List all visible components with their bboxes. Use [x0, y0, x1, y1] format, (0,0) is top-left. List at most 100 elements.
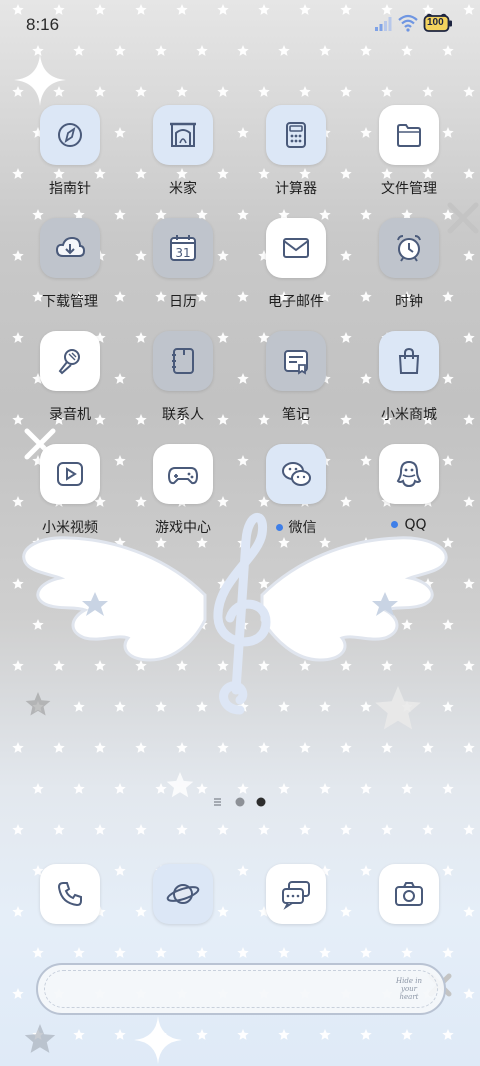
wallpaper-star [53, 86, 65, 97]
app-gamepad[interactable]: 游戏中心 [133, 444, 233, 537]
wallpaper-star [442, 865, 454, 876]
app-microphone[interactable]: 录音机 [20, 331, 120, 424]
wallpaper-star [94, 86, 106, 97]
dock-messages[interactable] [266, 864, 326, 924]
app-shopping-bag[interactable]: 小米商城 [359, 331, 459, 424]
contacts-book-icon [172, 348, 194, 374]
app-icon-tile[interactable] [379, 444, 439, 504]
alarm-clock-icon [397, 235, 421, 262]
app-fireplace[interactable]: 米家 [133, 105, 233, 198]
wallpaper-star [73, 947, 85, 958]
dock-phone[interactable] [40, 864, 100, 924]
app-video-play[interactable]: 小米视频 [20, 444, 120, 537]
app-icon-tile[interactable] [40, 105, 100, 165]
app-calendar[interactable]: 31 日历 [133, 218, 233, 311]
app-icon-tile[interactable] [379, 331, 439, 391]
wallpaper-star [340, 906, 352, 917]
app-download-cloud[interactable]: 下载管理 [20, 218, 120, 311]
dock-icon-tile[interactable] [379, 864, 439, 924]
dock-icon-tile[interactable] [266, 864, 326, 924]
app-label-text: 时钟 [395, 294, 423, 310]
wallpaper-star [340, 824, 352, 835]
app-label: 电子邮件 [246, 291, 346, 311]
wallpaper-star [196, 947, 208, 958]
app-label-text: 文件管理 [381, 181, 437, 197]
wallpaper-star [114, 1029, 126, 1040]
app-icon-tile[interactable] [40, 331, 100, 391]
app-icon-tile[interactable] [153, 444, 213, 504]
app-notes[interactable]: 笔记 [246, 331, 346, 424]
wallpaper-star [217, 86, 229, 97]
wallpaper-star [360, 947, 372, 958]
app-label-text: 计算器 [275, 181, 317, 197]
wallpaper-star [12, 824, 24, 835]
wallpaper-star [258, 824, 270, 835]
app-icon-tile[interactable] [379, 218, 439, 278]
wallpaper-star-large [24, 1024, 56, 1053]
app-icon-tile[interactable] [40, 218, 100, 278]
app-icon-tile[interactable] [379, 105, 439, 165]
page-list-icon [214, 798, 221, 806]
phone-icon [57, 882, 82, 907]
app-label-text: 指南针 [49, 181, 91, 197]
app-icon-tile[interactable] [153, 331, 213, 391]
dock-camera[interactable] [379, 864, 439, 924]
wallpaper-star [278, 783, 290, 794]
wallpaper-star [12, 742, 24, 753]
cellular-signal-icon [375, 17, 392, 31]
wallpaper-star [422, 824, 434, 835]
wallpaper-star [381, 824, 393, 835]
app-mail[interactable]: 电子邮件 [246, 218, 346, 311]
dock-browser-planet[interactable] [153, 864, 213, 924]
app-label-text: 微信 [288, 520, 317, 536]
wallpaper-star [135, 906, 147, 917]
wallpaper-star [319, 947, 331, 958]
wallpaper-star [217, 906, 229, 917]
wallpaper-star [463, 742, 475, 753]
wallpaper-star [299, 86, 311, 97]
wallpaper-star [463, 824, 475, 835]
app-icon-tile[interactable] [266, 331, 326, 391]
app-label-text: 小米商城 [381, 407, 437, 423]
app-label: 小米商城 [359, 404, 459, 424]
wallpaper-star [135, 86, 147, 97]
wallpaper-star [73, 783, 85, 794]
app-icon-tile[interactable] [266, 105, 326, 165]
app-wechat[interactable]: 微信 [246, 444, 346, 537]
wallpaper-star [237, 783, 249, 794]
video-play-icon [57, 462, 83, 486]
app-icon-tile[interactable] [266, 218, 326, 278]
app-alarm-clock[interactable]: 时钟 [359, 218, 459, 311]
wallpaper-star [217, 742, 229, 753]
app-icon-tile[interactable]: 31 [153, 218, 213, 278]
app-label-text: 米家 [169, 181, 197, 197]
wallpaper-star [299, 824, 311, 835]
wallpaper-star [299, 742, 311, 753]
search-bar[interactable]: Hide in your heart [36, 963, 446, 1015]
app-compass[interactable]: 指南针 [20, 105, 120, 198]
wallpaper-star [135, 742, 147, 753]
app-folder[interactable]: 文件管理 [359, 105, 459, 198]
app-qq-penguin[interactable]: QQ [359, 444, 459, 533]
dock-icon-tile[interactable] [40, 864, 100, 924]
wallpaper-star [12, 86, 24, 97]
notification-dot [391, 520, 399, 528]
wallpaper-star [237, 865, 249, 876]
app-label: 游戏中心 [133, 517, 233, 537]
dock-icon-tile[interactable] [153, 864, 213, 924]
battery-level: 100 [427, 17, 444, 28]
wallpaper-star [463, 168, 475, 179]
app-label: 下载管理 [20, 291, 120, 311]
wallpaper-star [278, 1029, 290, 1040]
app-contacts-book[interactable]: 联系人 [133, 331, 233, 424]
search-bar-text: Hide in your heart [396, 977, 422, 1001]
app-calculator[interactable]: 计算器 [246, 105, 346, 198]
wallpaper-star [463, 332, 475, 343]
app-icon-tile[interactable] [153, 105, 213, 165]
wallpaper-star [237, 1029, 249, 1040]
app-icon-tile[interactable] [40, 444, 100, 504]
mail-icon [283, 238, 309, 258]
wallpaper-star [32, 947, 44, 958]
notification-dot [275, 523, 283, 531]
app-icon-tile[interactable] [266, 444, 326, 504]
